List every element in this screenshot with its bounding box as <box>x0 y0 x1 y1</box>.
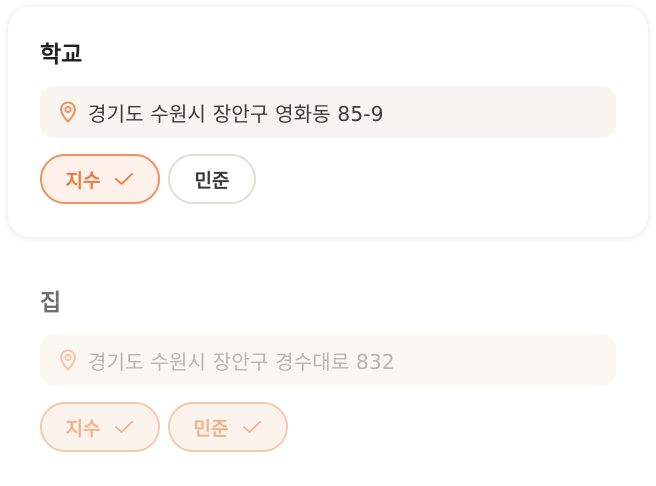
home-member-chips: 지수 민준 <box>40 402 616 452</box>
home-section: 집 경기도 수원시 장안구 경수대로 832 지수 민준 <box>40 288 616 452</box>
check-icon <box>115 173 134 185</box>
school-address-field[interactable]: 경기도 수원시 장안구 영화동 85-9 <box>40 86 616 138</box>
school-chip-jisu[interactable]: 지수 <box>40 154 160 204</box>
home-chip-minjun[interactable]: 민준 <box>168 402 288 452</box>
home-title: 집 <box>40 290 62 316</box>
home-chip-jisu[interactable]: 지수 <box>40 402 160 452</box>
chip-label: 지수 <box>65 417 101 440</box>
school-chip-minjun[interactable]: 민준 <box>168 154 256 204</box>
school-title: 학교 <box>40 42 83 68</box>
home-address-text: 경기도 수원시 장안구 경수대로 832 <box>88 349 395 374</box>
school-section: 학교 경기도 수원시 장안구 영화동 85-9 지수 민준 <box>40 40 616 204</box>
chip-label: 민준 <box>194 169 230 192</box>
school-address-text: 경기도 수원시 장안구 영화동 85-9 <box>88 101 384 126</box>
home-address-field[interactable]: 경기도 수원시 장안구 경수대로 832 <box>40 334 616 386</box>
check-icon <box>243 421 262 433</box>
map-pin-icon <box>60 101 76 123</box>
chip-label: 민준 <box>193 417 229 440</box>
map-pin-icon <box>60 349 76 371</box>
check-icon <box>115 421 134 433</box>
school-member-chips: 지수 민준 <box>40 154 616 204</box>
chip-label: 지수 <box>65 169 101 192</box>
